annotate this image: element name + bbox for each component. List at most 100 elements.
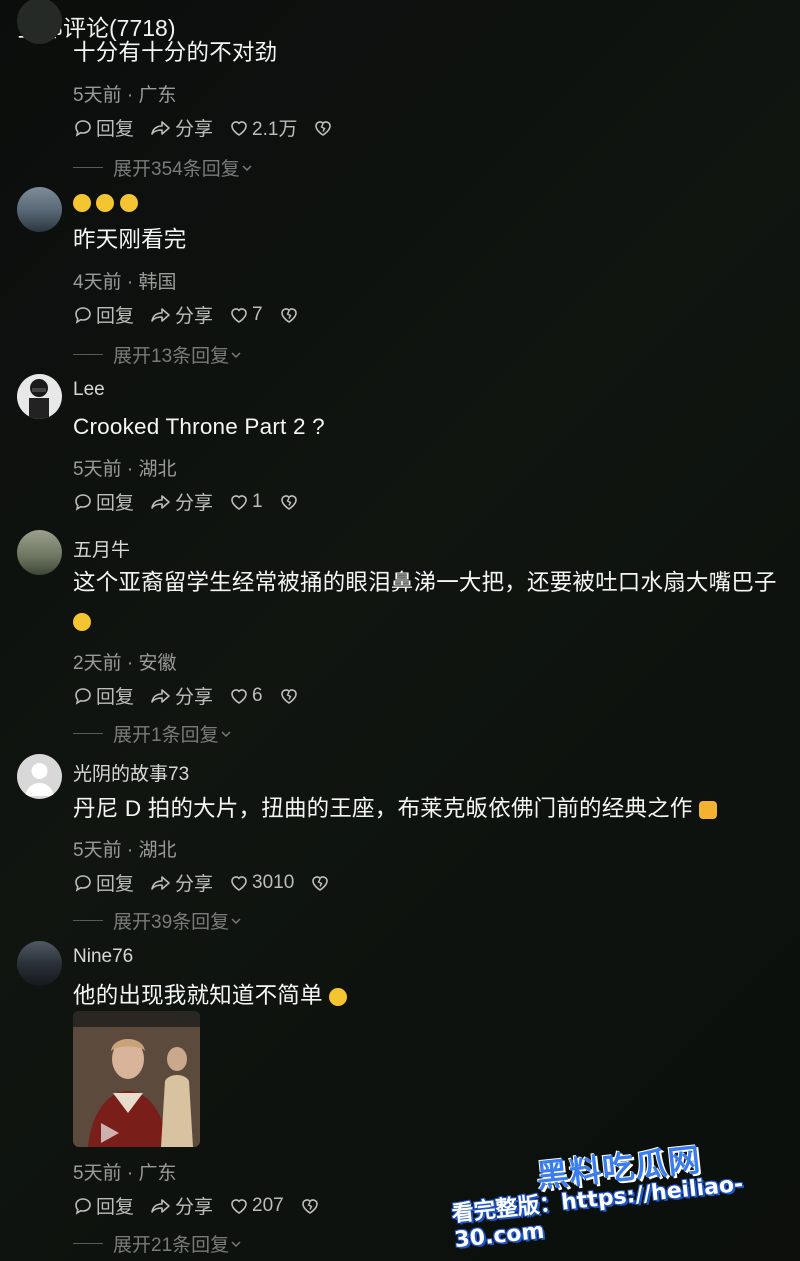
broken-heart-icon <box>312 875 329 891</box>
comment-actions: 回复 分享 6 <box>73 682 318 709</box>
divider <box>73 920 103 921</box>
share-icon <box>151 120 170 135</box>
like-button[interactable]: 3010 <box>229 872 294 894</box>
avatar-illustration <box>29 379 49 419</box>
broken-heart-icon <box>280 688 297 704</box>
chevron-down-icon <box>242 164 252 171</box>
share-button[interactable]: 分享 <box>150 869 213 896</box>
reply-button[interactable]: 回复 <box>73 114 134 141</box>
like-count: 6 <box>252 684 263 706</box>
heart-icon <box>231 120 247 136</box>
avatar[interactable] <box>17 0 62 44</box>
reply-icon <box>75 687 91 705</box>
expand-label: 展开1条回复 <box>113 725 219 746</box>
reply-label: 回复 <box>96 119 135 140</box>
reply-icon <box>75 1197 91 1215</box>
comment-actions: 回复 分享 207 <box>73 1192 339 1219</box>
dislike-button[interactable] <box>310 873 333 893</box>
dislike-button[interactable] <box>279 686 302 706</box>
like-button[interactable]: 6 <box>229 685 263 707</box>
like-count: 207 <box>252 1194 284 1216</box>
like-button[interactable]: 1 <box>229 491 263 513</box>
share-button[interactable]: 分享 <box>150 488 213 515</box>
dislike-button[interactable] <box>313 118 336 138</box>
expand-replies[interactable]: 展开354条回复 <box>73 154 254 181</box>
share-label: 分享 <box>175 874 214 895</box>
avatar[interactable] <box>17 374 62 419</box>
comment-username[interactable]: 五月牛 <box>73 535 130 562</box>
comment-text: Crooked Throne Part 2 ? <box>73 414 325 439</box>
divider <box>73 167 103 168</box>
divider <box>73 354 103 355</box>
reply-label: 回复 <box>96 306 135 327</box>
share-button[interactable]: 分享 <box>150 1192 213 1219</box>
share-icon <box>151 688 170 703</box>
chevron-down-icon <box>231 1240 241 1247</box>
avatar[interactable] <box>17 187 62 232</box>
expand-label: 展开354条回复 <box>113 159 240 180</box>
default-avatar-icon <box>25 763 54 796</box>
like-count: 1 <box>252 490 263 512</box>
comment-text-body: 这个亚裔留学生经常被捅的眼泪鼻涕一大把，还要被吐口水扇大嘴巴子 <box>73 570 777 595</box>
heart-icon <box>231 1198 247 1214</box>
comment-text: 他的出现我就知道不简单 <box>73 977 794 1015</box>
avatar[interactable] <box>17 754 62 799</box>
comment-image[interactable] <box>73 1011 200 1147</box>
share-label: 分享 <box>175 493 214 514</box>
expand-replies[interactable]: 展开39条回复 <box>73 907 243 934</box>
share-button[interactable]: 分享 <box>150 114 213 141</box>
reply-label: 回复 <box>96 493 135 514</box>
comment-meta: 5天前 · 湖北 <box>73 459 177 480</box>
comment-meta: 5天前 · 湖北 <box>73 840 177 861</box>
comment-meta: 2天前 · 安徽 <box>73 653 177 674</box>
comment-text: 丹尼 D 拍的大片，扭曲的王座，布莱克皈依佛门前的经典之作 <box>73 790 794 828</box>
smirk-emoji-icon <box>329 988 348 1007</box>
expand-replies[interactable]: 展开21条回复 <box>73 1230 243 1257</box>
expand-label: 展开13条回复 <box>113 346 230 367</box>
reply-button[interactable]: 回复 <box>73 1192 134 1219</box>
chevron-down-icon <box>221 730 231 737</box>
like-button[interactable]: 7 <box>229 304 263 326</box>
comment-meta: 5天前 · 广东 <box>73 1163 177 1184</box>
share-icon <box>151 494 170 509</box>
reply-button[interactable]: 回复 <box>73 301 134 328</box>
reply-button[interactable]: 回复 <box>73 869 134 896</box>
dislike-button[interactable] <box>279 492 302 512</box>
expand-label: 展开39条回复 <box>113 912 230 933</box>
reply-button[interactable]: 回复 <box>73 682 134 709</box>
share-label: 分享 <box>175 1197 214 1218</box>
avatar[interactable] <box>17 530 62 575</box>
comment-meta: 4天前 · 韩国 <box>73 272 177 293</box>
expand-replies[interactable]: 展开13条回复 <box>73 341 243 368</box>
like-button[interactable]: 2.1万 <box>229 114 297 141</box>
comment-text-body: 他的出现我就知道不简单 <box>73 983 323 1008</box>
dislike-button[interactable] <box>279 305 302 325</box>
divider <box>73 733 103 734</box>
heart-icon <box>231 307 247 323</box>
broken-heart-icon <box>315 120 332 136</box>
comment-username[interactable]: Lee <box>73 379 105 401</box>
reply-button[interactable]: 回复 <box>73 488 134 515</box>
comment-username[interactable]: 光阴的故事73 <box>73 759 189 786</box>
reply-icon <box>75 119 91 137</box>
dislike-button[interactable] <box>300 1196 323 1216</box>
reply-label: 回复 <box>96 874 135 895</box>
like-count: 2.1万 <box>252 119 298 140</box>
comment-username[interactable]: Nine76 <box>73 946 133 968</box>
heart-icon <box>231 875 247 891</box>
heart-icon <box>231 688 247 704</box>
comment-actions: 回复 分享 7 <box>73 301 318 328</box>
avatar[interactable] <box>17 941 62 986</box>
share-button[interactable]: 分享 <box>150 301 213 328</box>
comment-text-body: 丹尼 D 拍的大片，扭曲的王座，布莱克皈依佛门前的经典之作 <box>73 796 693 821</box>
emoji-icon <box>73 193 91 212</box>
expand-replies[interactable]: 展开1条回复 <box>73 720 233 747</box>
like-button[interactable]: 207 <box>229 1195 284 1217</box>
like-count: 3010 <box>252 871 295 893</box>
share-label: 分享 <box>175 119 214 140</box>
like-count: 7 <box>252 303 263 325</box>
image-illustration <box>73 1011 200 1147</box>
emoji-icon <box>96 193 115 212</box>
share-button[interactable]: 分享 <box>150 682 213 709</box>
reply-icon <box>75 306 91 324</box>
